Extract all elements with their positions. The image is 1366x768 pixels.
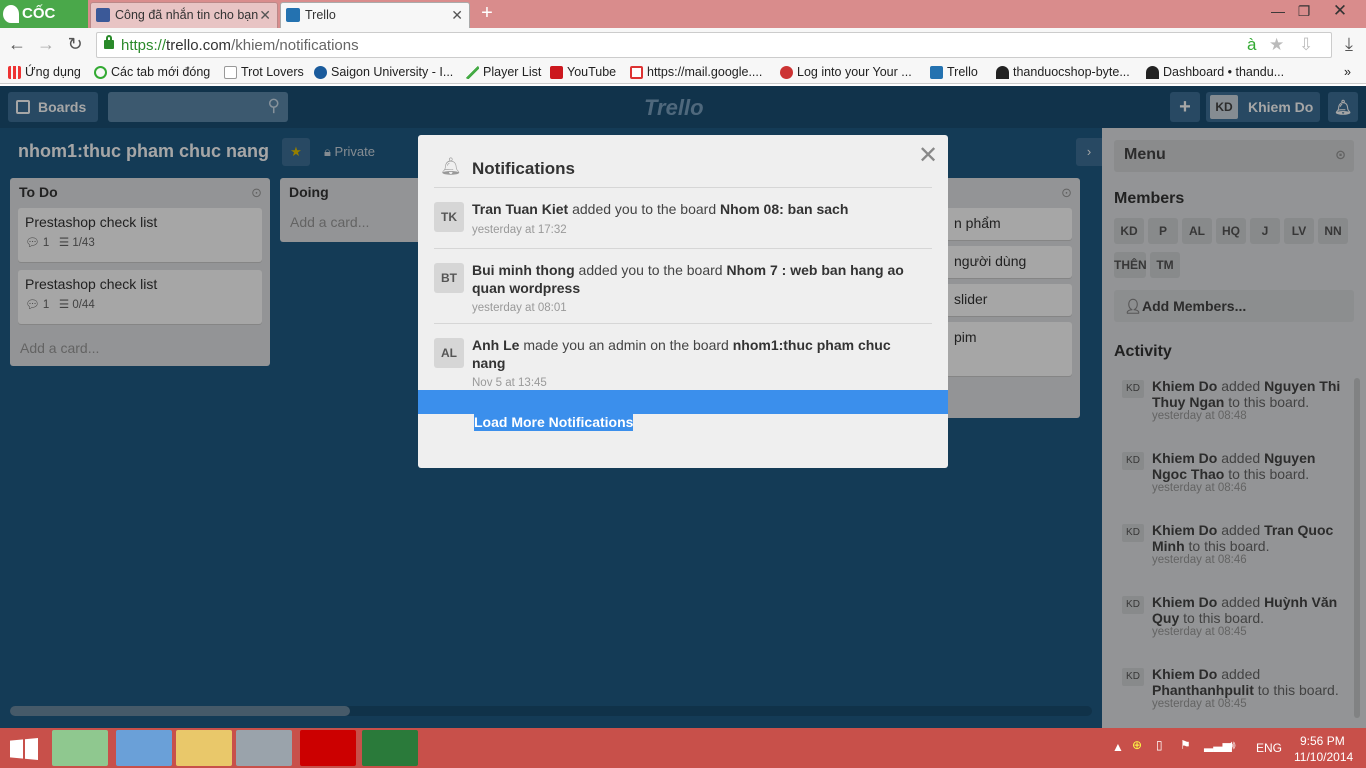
notification-text: Tran Tuan Kiet added you to the board Nh… [472,201,849,217]
tray-app-icon[interactable]: ⊕ [1132,738,1142,752]
trello-icon [286,8,300,22]
bookmark-edx[interactable]: Log into your Your ... [780,65,912,79]
clock-time[interactable]: 9:56 PM [1300,734,1345,748]
windows-start-icon[interactable] [10,738,38,760]
saigon-university-icon [314,66,327,79]
star-icon[interactable]: ★ [1269,35,1284,55]
downloads-icon[interactable]: ⤓ [1338,34,1360,56]
more-bookmarks-icon[interactable]: » [1344,65,1351,79]
action-center-icon[interactable]: ⚑ [1180,738,1191,752]
tab-title: Trello [305,8,336,22]
bookmark-closed-tabs[interactable]: Các tab mới đóng [94,65,210,79]
notification-time[interactable]: yesterday at 17:32 [472,224,567,236]
notification-item: TK Tran Tuan Kiet added you to the board… [434,187,932,248]
coccoc-logo-icon [3,5,19,23]
notification-time[interactable]: Nov 5 at 13:45 [472,377,547,389]
close-icon[interactable]: ✕ [918,141,938,170]
clock-date[interactable]: 11/10/2014 [1294,750,1353,764]
download-page-icon[interactable]: ⇩ [1299,35,1313,55]
reload-icon[interactable]: ↻ [64,34,86,56]
volume-icon[interactable]: 🔊︎ [1228,738,1236,753]
notification-item: AL Anh Le made you an admin on the board… [434,323,932,390]
apps-icon [8,66,21,79]
opera-icon[interactable] [300,730,356,766]
show-hidden-icons[interactable]: ▲ [1112,740,1124,754]
avatar[interactable]: TK [434,202,464,232]
avatar[interactable]: AL [434,338,464,368]
avatar[interactable]: BT [434,263,464,293]
battery-icon[interactable]: ▯ [1156,738,1163,752]
lock-icon [104,35,114,49]
youtube-icon [550,66,563,79]
app-taskbar-icon[interactable] [236,730,292,766]
bell-icon: 🔔︎ [440,157,462,176]
excel-icon[interactable] [362,730,418,766]
bookmark-apps[interactable]: Ứng dụng [8,65,81,79]
language-indicator[interactable]: ENG [1256,741,1282,755]
notification-item: BT Bui minh thong added you to the board… [434,248,932,324]
address-bar[interactable]: https://trello.com/khiem/notifications à… [96,32,1332,58]
forward-icon[interactable]: → [35,34,57,56]
close-tab-icon[interactable]: ✕ [451,3,463,27]
bookmark-thanduocshop[interactable]: thanduocshop-byte... [996,65,1130,79]
internet-explorer-icon[interactable] [116,730,172,766]
bookmark-saigon-university[interactable]: Saigon University - I... [314,65,453,79]
pencil-icon [466,66,479,79]
bookmark-trot-lovers[interactable]: Trot Lovers [224,65,304,79]
notification-text: Anh Le made you an admin on the board nh… [472,337,891,371]
browser-toolbar: ← → ↻ https://trello.com/khiem/notificat… [0,28,1366,62]
browser-tab-strip: CỐC CỐC Công đã nhắn tin cho bạn ✕ Trell… [0,0,1366,50]
bookmarks-bar: Ứng dụng Các tab mới đóng Trot Lovers Sa… [0,62,1366,84]
bookmark-dashboard[interactable]: Dashboard • thandu... [1146,65,1284,79]
github-icon [996,66,1009,79]
github-icon [1146,66,1159,79]
bookmark-youtube[interactable]: YouTube [550,65,616,79]
file-explorer-icon[interactable] [176,730,232,766]
load-more-button[interactable]: Load More Notifications [474,413,634,431]
modal-title: Notifications [472,159,575,178]
notification-time[interactable]: yesterday at 08:01 [472,302,567,314]
translate-icon[interactable]: à [1247,35,1256,55]
load-more-highlight [418,390,948,414]
close-window-icon[interactable]: ✕ [1320,0,1360,24]
bookmark-gmail[interactable]: https://mail.google.... [630,65,762,79]
coccoc-logo[interactable]: CỐC CỐC [0,0,88,50]
gmail-icon [630,66,643,79]
tab-facebook[interactable]: Công đã nhắn tin cho bạn ✕ [90,2,278,28]
minimize-icon[interactable]: — [1266,0,1290,24]
tab-trello[interactable]: Trello ✕ [280,2,470,28]
url-text: https://trello.com/khiem/notifications [121,37,359,54]
back-icon[interactable]: ← [6,34,28,56]
bookmark-trello[interactable]: Trello [930,65,978,79]
restore-icon[interactable]: ❐ [1292,0,1316,24]
new-tab-button[interactable]: + [476,3,498,25]
recent-tabs-icon [94,66,107,79]
page-icon [224,66,237,79]
close-tab-icon[interactable]: ✕ [259,3,271,27]
tab-title: Công đã nhắn tin cho bạn [115,8,259,22]
facebook-icon [96,8,110,22]
bookmark-player-list[interactable]: Player List [466,65,541,79]
trello-app: Boards ⚲ Trello + KD Khiem Do 🔔︎ nhom1:t… [0,86,1366,728]
notifications-modal: 🔔︎ Notifications ✕ TK Tran Tuan Kiet add… [418,135,948,468]
edx-icon [780,66,793,79]
coccoc-taskbar-icon[interactable] [52,730,108,766]
trello-icon [930,66,943,79]
windows-taskbar: ▲ ⊕ ▯ ⚑ ▂▃▅ 🔊︎ ENG 9:56 PM 11/10/2014 [0,728,1366,768]
notification-text: Bui minh thong added you to the board Nh… [472,262,904,296]
